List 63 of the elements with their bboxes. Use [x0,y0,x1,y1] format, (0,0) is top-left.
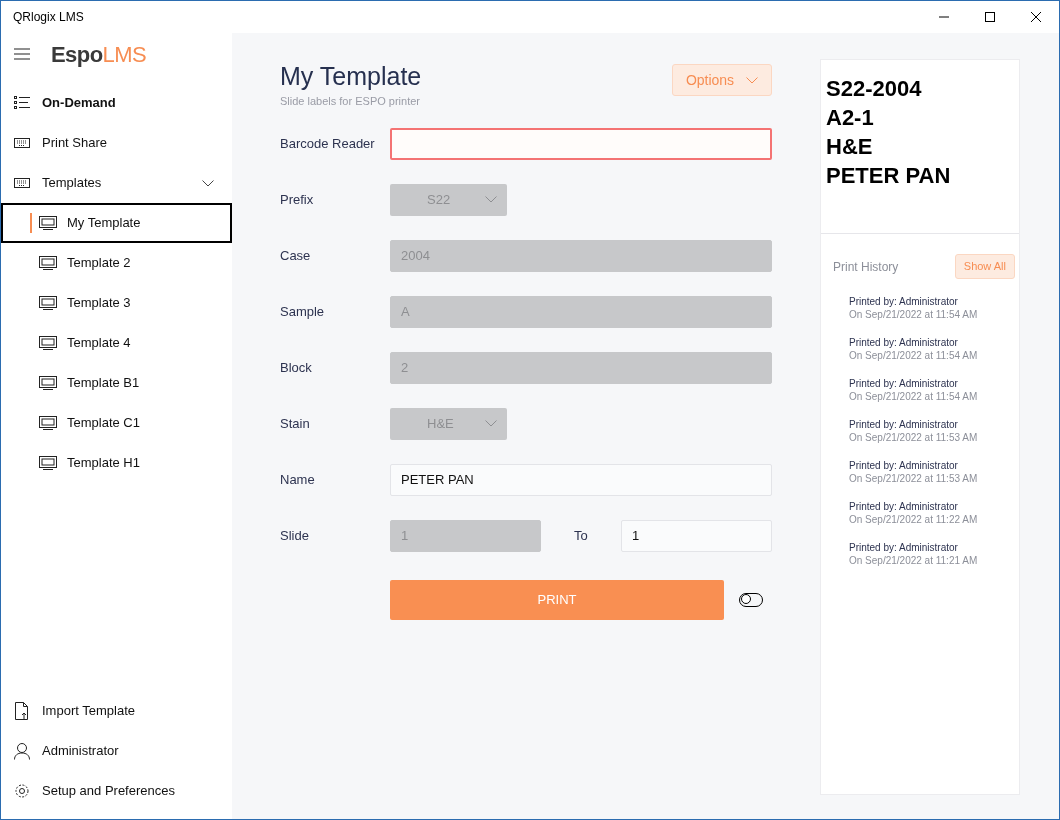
template-item[interactable]: Template 4 [1,323,232,363]
monitor-icon [39,296,57,310]
history-printed-by: Printed by: Administrator [849,295,959,308]
nav-item[interactable]: Setup and Preferences [1,771,232,811]
history-printed-by: Printed by: Administrator [849,541,959,554]
monitor-icon [39,216,57,230]
history-printed-by: Printed by: Administrator [849,500,959,513]
field-label: Name [280,470,316,489]
window-title: QRlogix LMS [12,9,84,26]
close-icon[interactable] [1031,12,1041,22]
history-date: On Sep/21/2022 at 11:22 AM [849,513,979,526]
nav-item[interactable]: Administrator [1,731,232,771]
nav-item[interactable]: Import Template [1,691,232,731]
nav-item[interactable]: Print Share [1,123,232,163]
print-history-title: Print History [833,258,899,276]
field-label: Stain [280,414,311,433]
monitor-icon [39,416,57,430]
file-arrow-icon [15,702,29,720]
history-printed-by: Printed by: Administrator [849,336,959,349]
field-label: Block [280,358,313,377]
field-label: Barcode Reader [280,134,376,153]
monitor-icon [39,376,57,390]
template-item[interactable]: Template C1 [1,403,232,443]
page-title: My Template [280,61,422,92]
list-icon [14,96,30,110]
field-label: Slide [280,526,310,545]
field-label: Case [280,246,312,265]
user-icon [14,742,30,760]
history-date: On Sep/21/2022 at 11:54 AM [849,308,979,321]
chevron-down-icon [485,420,497,427]
history-printed-by: Printed by: Administrator [849,459,959,472]
chevron-down-icon [485,196,497,203]
page-subtitle: Slide labels for ESPO printer [280,94,421,109]
nav-item[interactable]: Templates [1,163,232,203]
history-date: On Sep/21/2022 at 11:21 AM [849,554,979,567]
history-printed-by: Printed by: Administrator [849,377,959,390]
history-printed-by: Printed by: Administrator [849,418,959,431]
history-date: On Sep/21/2022 at 11:53 AM [849,431,979,444]
app-logo: EspoLMS [51,40,147,69]
field-label: To [574,526,589,545]
template-item[interactable]: Template 3 [1,283,232,323]
monitor-icon [39,336,57,350]
template-item[interactable]: My Template [1,203,232,243]
label-preview: S22-2004 A2-1 H&E PETER PAN [821,60,1019,234]
settings-icon [14,783,30,799]
input-field[interactable]: PETER PAN [390,463,772,496]
history-date: On Sep/21/2022 at 11:54 AM [849,390,979,403]
template-item[interactable]: Template B1 [1,363,232,403]
nav-item[interactable]: On-Demand [1,83,232,123]
menu-icon[interactable] [14,48,30,60]
history-date: On Sep/21/2022 at 11:53 AM [849,472,979,485]
template-item[interactable]: Template H1 [1,443,232,483]
keyboard-icon [14,178,30,188]
chevron-down-icon [746,76,759,84]
field-label: Sample [280,302,326,321]
history-date: On Sep/21/2022 at 11:54 AM [849,349,979,362]
field-label: Prefix [280,190,315,209]
monitor-icon [39,456,57,470]
template-item[interactable]: Template 2 [1,243,232,283]
monitor-icon [39,256,57,270]
input-field[interactable] [390,127,772,160]
maximize-icon[interactable] [985,12,995,22]
keyboard-icon [14,138,30,148]
